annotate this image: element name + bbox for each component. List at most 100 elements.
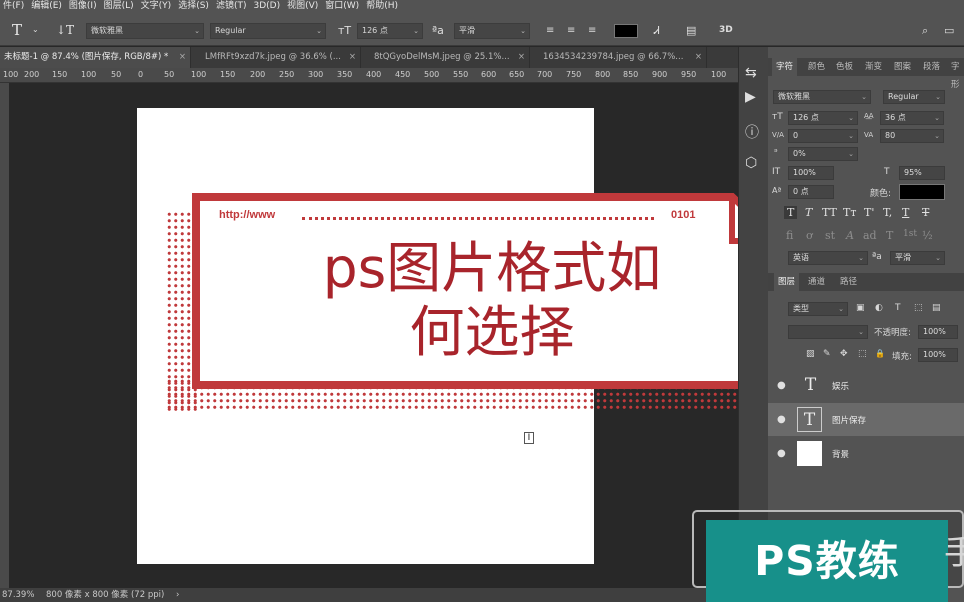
character-panel-icon[interactable]: ▤ [686, 24, 696, 37]
antialias-select[interactable]: 平滑 ⌄ [454, 23, 530, 39]
zoom-level[interactable]: 87.39% [2, 588, 34, 602]
type-tool-icon[interactable]: T [12, 21, 22, 39]
tab-lmfrft9xzd7k[interactable]: LMfRFt9xzd7k.jpeg @ 36.6% (... × [201, 47, 361, 68]
ordinals-button[interactable]: 1st [903, 229, 917, 239]
3d-cube-icon[interactable]: ⬡ [745, 155, 757, 171]
tab-paragraph[interactable]: 段落 [923, 58, 940, 76]
tab-1634534239784[interactable]: 1634534239784.jpeg @ 66.7%... × [539, 47, 707, 68]
text-color-swatch[interactable] [614, 24, 638, 38]
info-icon[interactable]: ⓘ [745, 122, 759, 142]
filter-pixel-icon[interactable]: ▣ [856, 303, 865, 313]
layer-filter-select[interactable]: 类型 ⌄ [788, 302, 848, 316]
char-antialias-select[interactable]: 平滑 ⌄ [890, 251, 945, 265]
all-caps-button[interactable]: TT [822, 206, 837, 219]
swash-button[interactable]: A [846, 229, 854, 242]
play-icon[interactable]: ▶ [745, 89, 756, 105]
strikethrough-button[interactable]: T [922, 206, 929, 219]
char-font-style-select[interactable]: Regular ⌄ [883, 90, 945, 104]
char-font-family-select[interactable]: 微软雅黑 ⌄ [773, 90, 871, 104]
text-orientation-icon[interactable]: ↓T [56, 23, 74, 37]
char-tsume-field[interactable]: 0% ⌄ [788, 147, 858, 161]
layer-row-selected[interactable]: ● T 图片保存 [768, 403, 964, 436]
layer-name[interactable]: 图片保存 [832, 414, 866, 426]
layer-name[interactable]: 娱乐 [832, 380, 849, 392]
close-icon[interactable]: × [695, 47, 702, 68]
language-select[interactable]: 英语 ⌄ [788, 251, 868, 265]
filter-type-icon[interactable]: T [895, 303, 901, 313]
menu-type[interactable]: 文字(Y) [141, 0, 172, 13]
swap-icon[interactable]: ⇆ [745, 65, 757, 81]
font-family-select[interactable]: 微软雅黑 ⌄ [86, 23, 204, 39]
font-style-select[interactable]: Regular ⌄ [210, 23, 326, 39]
layer-name[interactable]: 背景 [832, 448, 849, 460]
char-vscale-field[interactable]: 100% [788, 166, 834, 180]
discretionary-ligatures-button[interactable]: st [825, 229, 835, 242]
tab-layers[interactable]: 图层 [774, 273, 800, 291]
superscript-button[interactable]: T' [864, 206, 874, 219]
subscript-button[interactable]: T, [883, 206, 892, 219]
tab-8tqgyodelmsm[interactable]: 8tQGyoDelMsM.jpeg @ 25.1%... × [370, 47, 530, 68]
faux-bold-button[interactable]: T [784, 206, 798, 219]
lock-all-icon[interactable]: 🔒 [875, 349, 885, 358]
char-font-size-field[interactable]: 126 点 ⌄ [788, 111, 858, 125]
font-size-select[interactable]: 126 点 ⌄ [357, 23, 423, 39]
align-right-icon[interactable]: ≡ [588, 25, 596, 36]
ligatures-button[interactable]: fi [786, 229, 793, 242]
tab-gradient[interactable]: 渐变 [865, 58, 882, 76]
tab-color[interactable]: 颜色 [808, 58, 825, 76]
menu-file[interactable]: 件(F) [3, 0, 24, 13]
fractions-button[interactable]: ½ [922, 229, 933, 242]
eye-visibility-icon[interactable]: ● [777, 448, 786, 459]
filter-shape-icon[interactable]: ⬚ [914, 303, 923, 313]
layer-row[interactable]: T 娱乐 [768, 369, 964, 402]
tab-patterns[interactable]: 图案 [894, 58, 911, 76]
eye-visibility-icon[interactable]: ● [777, 414, 786, 425]
filter-adjustment-icon[interactable]: ◐ [875, 303, 883, 313]
lock-transparency-icon[interactable]: ▨ [806, 349, 815, 359]
menu-filter[interactable]: 滤镜(T) [216, 0, 247, 13]
menu-3d[interactable]: 3D(D) [253, 0, 280, 13]
tab-swatches[interactable]: 色板 [836, 58, 853, 76]
menu-help[interactable]: 帮助(H) [366, 0, 398, 13]
fill-field[interactable]: 100% [918, 348, 958, 362]
filter-smart-object-icon[interactable]: ▤ [932, 303, 941, 313]
close-icon[interactable]: × [518, 47, 525, 68]
menu-window[interactable]: 窗口(W) [325, 0, 359, 13]
char-hscale-field[interactable]: 95% [899, 166, 945, 180]
menu-image[interactable]: 图像(I) [69, 0, 97, 13]
char-tracking-field[interactable]: 80 ⌄ [880, 129, 944, 143]
menu-view[interactable]: 视图(V) [287, 0, 318, 13]
search-icon[interactable]: ⌕ [922, 24, 928, 38]
menu-layer[interactable]: 图层(L) [104, 0, 134, 13]
tab-character[interactable]: 字符 [772, 58, 798, 76]
tab-glyphs[interactable]: 字形 [951, 58, 964, 90]
lock-artboard-icon[interactable]: ⬚ [858, 349, 867, 359]
old-style-button[interactable]: ơ [806, 229, 813, 242]
char-leading-field[interactable]: 36 点 ⌄ [880, 111, 944, 125]
stylistic-alternates-button[interactable]: ad [863, 229, 877, 242]
menu-select[interactable]: 选择(S) [178, 0, 209, 13]
warp-text-icon[interactable]: Ꮧ [654, 24, 660, 38]
small-caps-button[interactable]: Tт [843, 206, 856, 219]
char-kerning-field[interactable]: 0 ⌄ [788, 129, 858, 143]
tool-preset-chevron-icon[interactable]: ⌄ [32, 25, 39, 34]
tab-untitled-1[interactable]: 未标题-1 @ 87.4% (图片保存, RGB/8#) * × [0, 47, 191, 68]
workspace-icon[interactable]: ▭ [944, 24, 954, 37]
lock-position-icon[interactable]: ✥ [840, 349, 848, 359]
tab-channels[interactable]: 通道 [808, 273, 825, 291]
opacity-field[interactable]: 100% [918, 325, 958, 339]
layer-row[interactable]: ● 背景 [768, 437, 964, 470]
3d-button[interactable]: 3D [719, 25, 733, 35]
close-icon[interactable]: × [349, 47, 356, 68]
align-left-icon[interactable]: ≡ [546, 25, 554, 36]
status-more-icon[interactable]: › [176, 588, 179, 602]
lock-image-icon[interactable]: ✎ [823, 349, 831, 359]
align-center-icon[interactable]: ≡ [567, 25, 575, 36]
eye-visibility-icon[interactable]: ● [777, 380, 786, 391]
titling-button[interactable]: T [886, 229, 893, 242]
tab-paths[interactable]: 路径 [840, 273, 857, 291]
blend-mode-select[interactable]: ⌄ [788, 325, 868, 339]
char-color-swatch[interactable] [899, 184, 945, 200]
faux-italic-button[interactable]: T [805, 206, 812, 219]
close-icon[interactable]: × [179, 47, 186, 68]
